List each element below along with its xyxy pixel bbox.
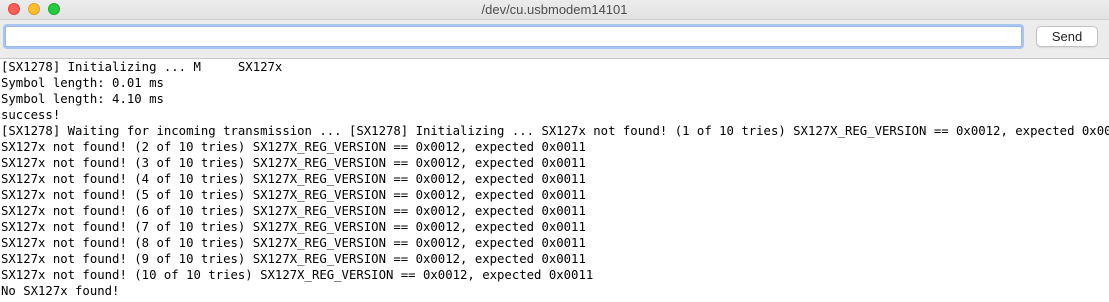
output-line: SX127x not found! (10 of 10 tries) SX127… [1,268,594,282]
output-line: [SX1278] Initializing ... M SX127x [1,60,283,74]
send-toolbar: Send [0,20,1109,59]
output-line: [SX1278] Waiting for incoming transmissi… [1,124,1109,138]
serial-output-area[interactable]: [SX1278] Initializing ... M SX127x Symbo… [0,59,1109,302]
output-line: SX127x not found! (3 of 10 tries) SX127X… [1,156,586,170]
send-button[interactable]: Send [1036,26,1098,47]
output-line: SX127x not found! (5 of 10 tries) SX127X… [1,188,586,202]
window-title: /dev/cu.usbmodem14101 [481,2,628,17]
output-line: No SX127x found! [1,284,120,298]
serial-send-input[interactable] [5,26,1022,47]
output-line: SX127x not found! (4 of 10 tries) SX127X… [1,172,586,186]
output-line: SX127x not found! (7 of 10 tries) SX127X… [1,220,586,234]
output-line: SX127x not found! (8 of 10 tries) SX127X… [1,236,586,250]
output-line: SX127x not found! (6 of 10 tries) SX127X… [1,204,586,218]
output-line: SX127x not found! (9 of 10 tries) SX127X… [1,252,586,266]
output-line: success! [1,108,61,122]
output-line: SX127x not found! (2 of 10 tries) SX127X… [1,140,586,154]
output-line: Symbol length: 0.01 ms [1,76,164,90]
output-line: Symbol length: 4.10 ms [1,92,164,106]
title-bar[interactable]: /dev/cu.usbmodem14101 [0,0,1109,20]
serial-monitor-window: /dev/cu.usbmodem14101 Send [SX1278] Init… [0,0,1109,302]
